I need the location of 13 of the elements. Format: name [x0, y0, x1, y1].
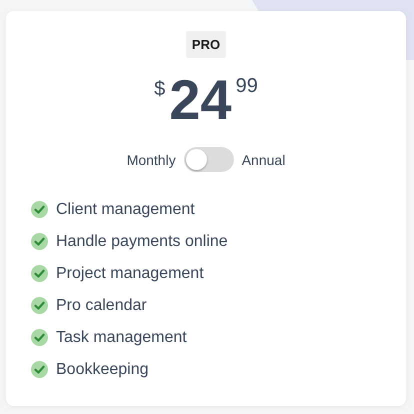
annual-label: Annual: [242, 152, 286, 168]
billing-switch[interactable]: [184, 147, 234, 172]
feature-label: Task management: [56, 328, 187, 346]
monthly-label: Monthly: [126, 152, 176, 168]
feature-label: Client management: [56, 200, 195, 218]
feature-label: Handle payments online: [56, 232, 228, 250]
feature-label: Pro calendar: [56, 296, 147, 314]
currency-symbol: $: [154, 78, 166, 101]
price-cents: 99: [236, 75, 258, 98]
feature-label: Bookkeeping: [56, 360, 149, 378]
feature-label: Project management: [56, 264, 204, 282]
plan-badge: PRO: [186, 31, 226, 58]
price-amount: 24: [169, 74, 232, 126]
